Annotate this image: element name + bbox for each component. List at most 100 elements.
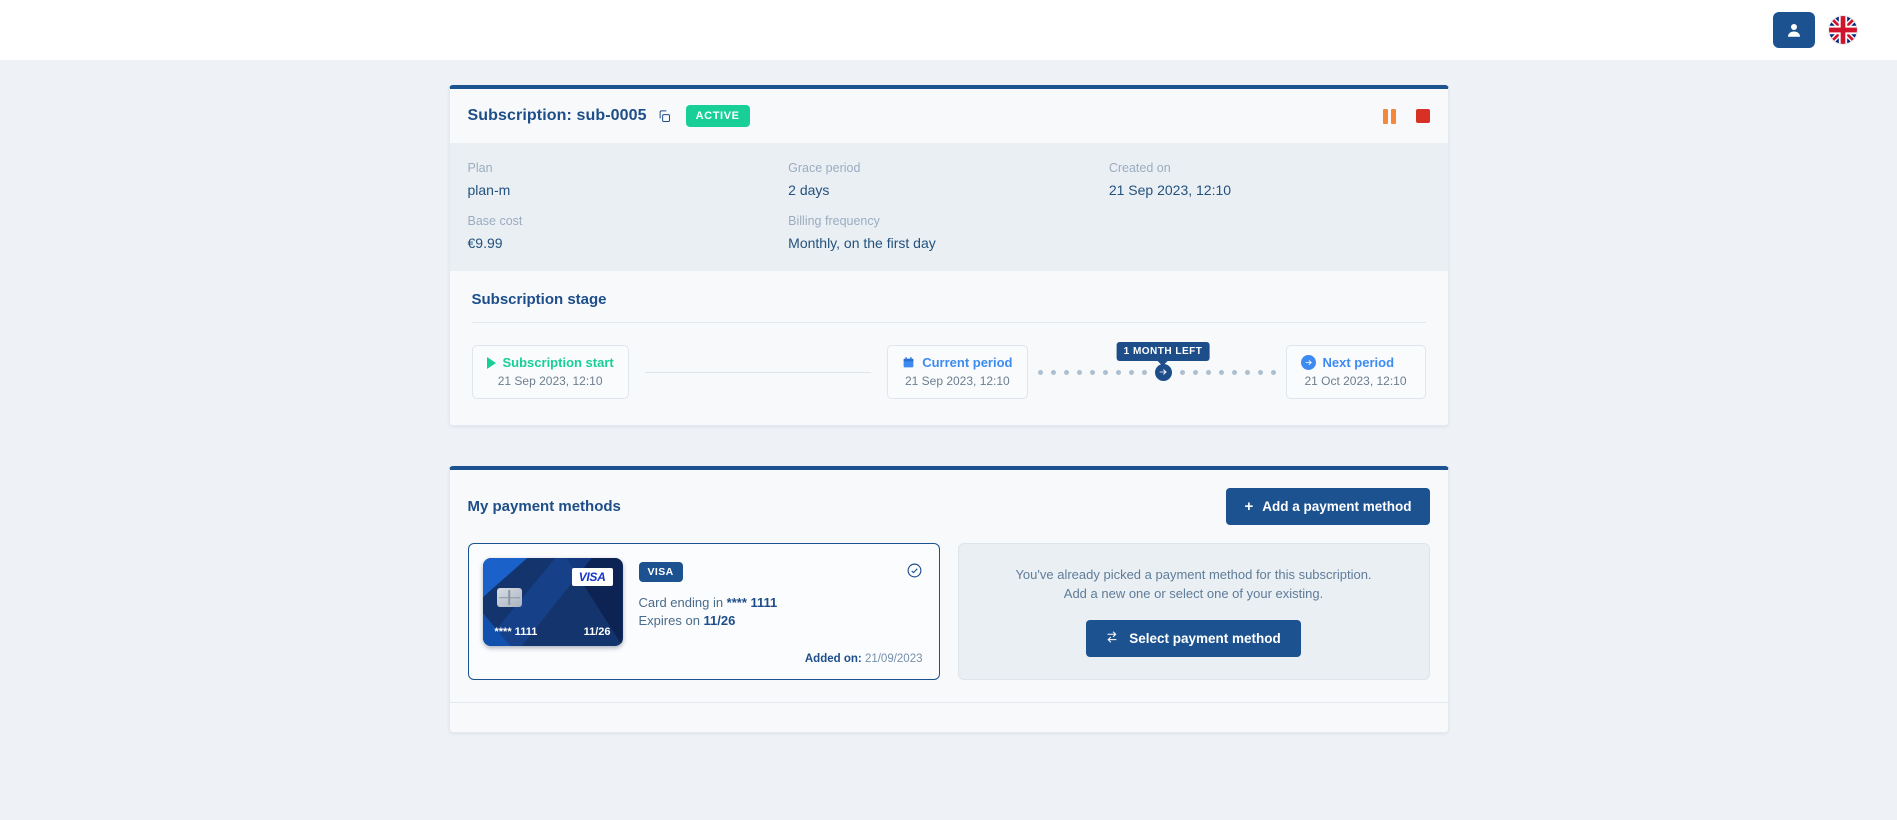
detail-base-cost: Base cost €9.99 bbox=[468, 214, 789, 251]
timeline-dot bbox=[1141, 369, 1147, 375]
divider bbox=[471, 322, 1426, 323]
timeline-dot bbox=[1115, 369, 1121, 375]
detail-created-on: Created on 21 Sep 2023, 12:10 bbox=[1109, 161, 1430, 198]
timeline-dot bbox=[1205, 369, 1211, 375]
card-expires-value: 11/26 bbox=[703, 613, 736, 628]
detail-value: plan-m bbox=[467, 182, 511, 198]
calendar-icon bbox=[903, 357, 914, 368]
card-ending-value: **** 1111 bbox=[726, 595, 778, 610]
detail-label: Base cost bbox=[467, 214, 523, 228]
payment-methods-header: My payment methods + Add a payment metho… bbox=[450, 470, 1448, 543]
arrow-right-circle-icon bbox=[1300, 355, 1316, 370]
payment-method-info: VISA Card ending in **** 1111 Expires on… bbox=[638, 558, 925, 665]
timeline-start-label: Subscription start bbox=[502, 355, 614, 370]
detail-empty-slot bbox=[1109, 214, 1430, 251]
swap-icon bbox=[1106, 631, 1120, 645]
add-payment-method-button[interactable]: + Add a payment method bbox=[1226, 488, 1430, 525]
select-payment-message: You've already picked a payment method f… bbox=[1015, 566, 1371, 604]
select-payment-panel: You've already picked a payment method f… bbox=[957, 543, 1430, 680]
detail-value: €9.99 bbox=[467, 235, 503, 251]
copy-icon[interactable] bbox=[657, 109, 672, 124]
detail-grace-period: Grace period 2 days bbox=[788, 161, 1109, 198]
timeline-dot bbox=[1076, 369, 1082, 375]
detail-plan: Plan plan-m bbox=[468, 161, 789, 198]
detail-label: Created on bbox=[1108, 161, 1171, 175]
credit-card-visual: VISA **** 1111 11/26 bbox=[482, 558, 623, 646]
detail-label: Grace period bbox=[788, 161, 861, 175]
timeline-dot bbox=[1050, 369, 1056, 375]
card-chip-icon bbox=[496, 588, 522, 607]
subscription-card-header: Subscription: sub-0005 ACTIVE bbox=[449, 89, 1448, 143]
card-brand-badge: VISA bbox=[638, 562, 683, 582]
detail-value: Monthly, on the first day bbox=[788, 235, 936, 251]
stop-subscription-button[interactable] bbox=[1415, 109, 1430, 123]
card-expires-prefix: Expires on bbox=[638, 613, 704, 628]
select-payment-message-line2: Add a new one or select one of your exis… bbox=[1063, 585, 1324, 601]
added-on-value: 21/09/2023 bbox=[864, 652, 923, 665]
payment-methods-card: My payment methods + Add a payment metho… bbox=[448, 466, 1449, 733]
timeline-dot bbox=[1102, 369, 1108, 375]
add-payment-method-label: Add a payment method bbox=[1262, 499, 1412, 514]
visa-logo-icon: VISA bbox=[571, 568, 613, 586]
timeline-start[interactable]: Subscription start 21 Sep 2023, 12:10 bbox=[471, 345, 629, 399]
subscription-stage-section: Subscription stage Subscription start 21… bbox=[449, 271, 1448, 425]
timeline-next[interactable]: Next period 21 Oct 2023, 12:10 bbox=[1285, 345, 1426, 399]
uk-flag-icon[interactable] bbox=[1829, 16, 1857, 44]
timeline-start-date: 21 Sep 2023, 12:10 bbox=[497, 374, 603, 388]
select-payment-message-line1: You've already picked a payment method f… bbox=[1015, 567, 1372, 582]
card-expires-line: Expires on 11/26 bbox=[639, 613, 925, 628]
timeline-dot bbox=[1037, 369, 1043, 375]
detail-billing-frequency: Billing frequency Monthly, on the first … bbox=[788, 214, 1109, 251]
top-bar bbox=[0, 0, 1897, 60]
play-icon bbox=[486, 356, 496, 369]
plus-icon: + bbox=[1244, 498, 1254, 515]
payment-methods-heading: My payment methods bbox=[467, 498, 621, 515]
subscription-timeline: Subscription start 21 Sep 2023, 12:10 Cu… bbox=[471, 341, 1426, 399]
card-expiry-on-card: 11/26 bbox=[583, 626, 611, 638]
card-number-on-card: **** 1111 bbox=[494, 626, 538, 638]
stop-icon bbox=[1415, 109, 1430, 123]
payment-method-item[interactable]: VISA **** 1111 11/26 VISA Card ending in… bbox=[467, 543, 940, 680]
payment-methods-body: VISA **** 1111 11/26 VISA Card ending in… bbox=[450, 543, 1448, 702]
timeline-dot bbox=[1089, 369, 1095, 375]
detail-value: 21 Sep 2023, 12:10 bbox=[1108, 182, 1232, 198]
detail-label: Billing frequency bbox=[788, 214, 880, 228]
added-on: Added on: 21/09/2023 bbox=[805, 653, 923, 665]
timeline-dot bbox=[1231, 369, 1237, 375]
timeline-current-marker[interactable]: 1 MONTH LEFT bbox=[1116, 341, 1210, 381]
timeline-dot bbox=[1192, 369, 1198, 375]
card-ending-line: Card ending in **** 1111 bbox=[639, 595, 925, 610]
timeline-dot bbox=[1257, 369, 1263, 375]
timeline-current-date: 21 Sep 2023, 12:10 bbox=[904, 374, 1010, 388]
page-title: Subscription: sub-0005 bbox=[467, 107, 647, 124]
stage-heading: Subscription stage bbox=[471, 291, 607, 308]
timeline-dot bbox=[1270, 369, 1276, 375]
subscription-card: Subscription: sub-0005 ACTIVE Plan plan-… bbox=[448, 85, 1449, 426]
detail-label: Plan bbox=[467, 161, 493, 175]
added-on-label: Added on: bbox=[804, 652, 862, 665]
account-button[interactable] bbox=[1773, 12, 1815, 48]
select-payment-method-label: Select payment method bbox=[1129, 630, 1281, 646]
select-payment-method-button[interactable]: Select payment method bbox=[1086, 619, 1301, 657]
status-badge: ACTIVE bbox=[685, 105, 750, 127]
timeline-current[interactable]: Current period 21 Sep 2023, 12:10 bbox=[887, 345, 1028, 399]
subscription-actions bbox=[1382, 108, 1430, 124]
pause-subscription-button[interactable] bbox=[1382, 108, 1396, 124]
card-footer bbox=[449, 701, 1448, 732]
detail-value: 2 days bbox=[788, 182, 830, 198]
timeline-dot bbox=[1218, 369, 1224, 375]
timeline-connector bbox=[644, 371, 872, 373]
timeline-dot bbox=[1244, 369, 1250, 375]
card-ending-prefix: Card ending in bbox=[638, 595, 727, 610]
check-circle-icon[interactable] bbox=[906, 562, 923, 584]
timeline-next-label: Next period bbox=[1322, 355, 1395, 370]
timeline-next-date: 21 Oct 2023, 12:10 bbox=[1304, 374, 1407, 388]
pause-icon bbox=[1382, 108, 1396, 124]
timeline-dot bbox=[1128, 369, 1134, 375]
timeline-dot bbox=[1179, 369, 1185, 375]
timeline-current-label: Current period bbox=[922, 355, 1013, 370]
user-icon bbox=[1785, 21, 1803, 39]
subscription-details: Plan plan-m Grace period 2 days Created … bbox=[449, 143, 1448, 271]
timeline-tooltip: 1 MONTH LEFT bbox=[1116, 341, 1210, 361]
timeline-progress-dots: 1 MONTH LEFT bbox=[1037, 341, 1276, 381]
